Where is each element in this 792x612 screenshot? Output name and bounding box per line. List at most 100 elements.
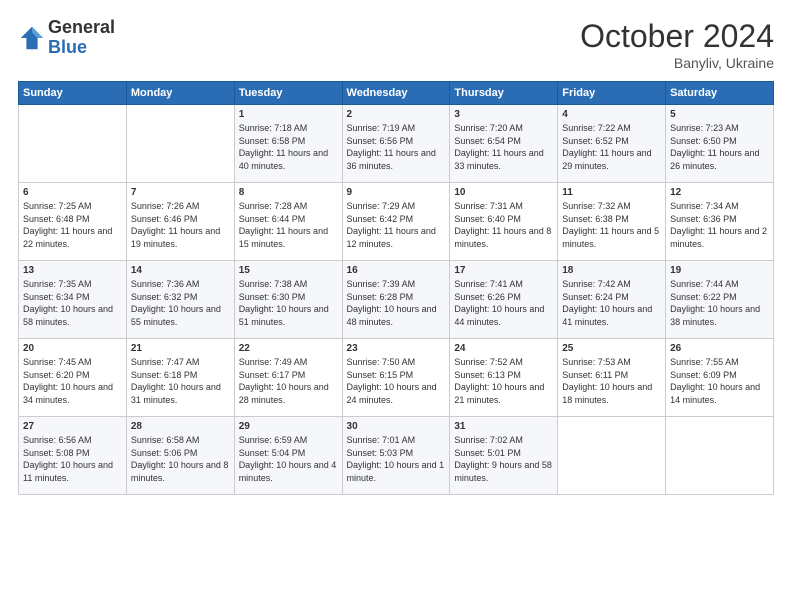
day-cell: 16 Sunrise: 7:39 AMSunset: 6:28 PMDayligh… bbox=[342, 261, 450, 339]
day-cell: 25 Sunrise: 7:53 AMSunset: 6:11 PMDayligh… bbox=[558, 339, 666, 417]
day-number: 29 bbox=[239, 421, 338, 432]
day-number: 5 bbox=[670, 109, 769, 120]
day-details: Sunrise: 7:44 AMSunset: 6:22 PMDaylight:… bbox=[670, 279, 760, 327]
day-details: Sunrise: 7:35 AMSunset: 6:34 PMDaylight:… bbox=[23, 279, 113, 327]
day-details: Sunrise: 7:26 AMSunset: 6:46 PMDaylight:… bbox=[131, 201, 220, 249]
weekday-header-monday: Monday bbox=[126, 82, 234, 105]
day-details: Sunrise: 7:41 AMSunset: 6:26 PMDaylight:… bbox=[454, 279, 544, 327]
day-number: 14 bbox=[131, 265, 230, 276]
week-row-1: 1Sunrise: 7:18 AMSunset: 6:58 PMDaylight… bbox=[19, 105, 774, 183]
day-number: 18 bbox=[562, 265, 661, 276]
day-cell: 2 Sunrise: 7:19 AMSunset: 6:56 PMDaylight… bbox=[342, 105, 450, 183]
week-row-4: 20 Sunrise: 7:45 AMSunset: 6:20 PMDayligh… bbox=[19, 339, 774, 417]
day-number: 19 bbox=[670, 265, 769, 276]
day-details: Sunrise: 7:38 AMSunset: 6:30 PMDaylight:… bbox=[239, 279, 329, 327]
month-title: October 2024 bbox=[580, 18, 774, 55]
day-number: 9 bbox=[347, 187, 446, 198]
day-number: 1 bbox=[239, 109, 338, 120]
page-header: General Blue October 2024 Banyliv, Ukrai… bbox=[18, 18, 774, 71]
weekday-header-wednesday: Wednesday bbox=[342, 82, 450, 105]
day-details: Sunrise: 7:31 AMSunset: 6:40 PMDaylight:… bbox=[454, 201, 551, 249]
day-cell: 3 Sunrise: 7:20 AMSunset: 6:54 PMDaylight… bbox=[450, 105, 558, 183]
day-cell: 17 Sunrise: 7:41 AMSunset: 6:26 PMDayligh… bbox=[450, 261, 558, 339]
day-number: 16 bbox=[347, 265, 446, 276]
day-cell: 19 Sunrise: 7:44 AMSunset: 6:22 PMDayligh… bbox=[666, 261, 774, 339]
day-number: 12 bbox=[670, 187, 769, 198]
day-details: Sunrise: 7:02 AMSunset: 5:01 PMDaylight:… bbox=[454, 435, 552, 483]
day-cell: 10 Sunrise: 7:31 AMSunset: 6:40 PMDayligh… bbox=[450, 183, 558, 261]
day-cell bbox=[558, 417, 666, 495]
day-cell: 31 Sunrise: 7:02 AMSunset: 5:01 PMDayligh… bbox=[450, 417, 558, 495]
day-details: Sunrise: 6:59 AMSunset: 5:04 PMDaylight:… bbox=[239, 435, 337, 483]
day-cell: 13 Sunrise: 7:35 AMSunset: 6:34 PMDayligh… bbox=[19, 261, 127, 339]
day-cell: 12 Sunrise: 7:34 AMSunset: 6:36 PMDayligh… bbox=[666, 183, 774, 261]
day-number: 17 bbox=[454, 265, 553, 276]
logo-blue-text: Blue bbox=[48, 37, 87, 57]
day-cell: 9Sunrise: 7:29 AMSunset: 6:42 PMDaylight… bbox=[342, 183, 450, 261]
day-details: Sunrise: 7:52 AMSunset: 6:13 PMDaylight:… bbox=[454, 357, 544, 405]
day-cell bbox=[666, 417, 774, 495]
day-details: Sunrise: 7:01 AMSunset: 5:03 PMDaylight:… bbox=[347, 435, 445, 483]
day-cell bbox=[19, 105, 127, 183]
day-cell: 8 Sunrise: 7:28 AMSunset: 6:44 PMDaylight… bbox=[234, 183, 342, 261]
weekday-header-saturday: Saturday bbox=[666, 82, 774, 105]
day-details: Sunrise: 7:23 AMSunset: 6:50 PMDaylight:… bbox=[670, 123, 759, 171]
day-number: 15 bbox=[239, 265, 338, 276]
week-row-3: 13 Sunrise: 7:35 AMSunset: 6:34 PMDayligh… bbox=[19, 261, 774, 339]
day-number: 21 bbox=[131, 343, 230, 354]
day-number: 10 bbox=[454, 187, 553, 198]
weekday-header-sunday: Sunday bbox=[19, 82, 127, 105]
location: Banyliv, Ukraine bbox=[580, 55, 774, 71]
day-details: Sunrise: 7:34 AMSunset: 6:36 PMDaylight:… bbox=[670, 201, 767, 249]
day-details: Sunrise: 7:55 AMSunset: 6:09 PMDaylight:… bbox=[670, 357, 760, 405]
day-cell: 11Sunrise: 7:32 AMSunset: 6:38 PMDayligh… bbox=[558, 183, 666, 261]
day-cell: 7Sunrise: 7:26 AMSunset: 6:46 PMDaylight… bbox=[126, 183, 234, 261]
calendar-table: SundayMondayTuesdayWednesdayThursdayFrid… bbox=[18, 81, 774, 495]
day-details: Sunrise: 7:25 AMSunset: 6:48 PMDaylight:… bbox=[23, 201, 112, 249]
title-block: October 2024 Banyliv, Ukraine bbox=[580, 18, 774, 71]
day-cell: 21 Sunrise: 7:47 AMSunset: 6:18 PMDayligh… bbox=[126, 339, 234, 417]
day-number: 2 bbox=[347, 109, 446, 120]
day-cell: 20 Sunrise: 7:45 AMSunset: 6:20 PMDayligh… bbox=[19, 339, 127, 417]
day-number: 26 bbox=[670, 343, 769, 354]
day-number: 27 bbox=[23, 421, 122, 432]
day-cell: 15 Sunrise: 7:38 AMSunset: 6:30 PMDayligh… bbox=[234, 261, 342, 339]
weekday-header-thursday: Thursday bbox=[450, 82, 558, 105]
day-cell: 4 Sunrise: 7:22 AMSunset: 6:52 PMDaylight… bbox=[558, 105, 666, 183]
day-details: Sunrise: 7:28 AMSunset: 6:44 PMDaylight:… bbox=[239, 201, 328, 249]
day-details: Sunrise: 7:47 AMSunset: 6:18 PMDaylight:… bbox=[131, 357, 221, 405]
day-cell: 29 Sunrise: 6:59 AMSunset: 5:04 PMDayligh… bbox=[234, 417, 342, 495]
day-number: 8 bbox=[239, 187, 338, 198]
day-number: 3 bbox=[454, 109, 553, 120]
day-details: Sunrise: 7:39 AMSunset: 6:28 PMDaylight:… bbox=[347, 279, 437, 327]
day-number: 31 bbox=[454, 421, 553, 432]
day-cell: 26 Sunrise: 7:55 AMSunset: 6:09 PMDayligh… bbox=[666, 339, 774, 417]
day-number: 23 bbox=[347, 343, 446, 354]
day-details: Sunrise: 7:36 AMSunset: 6:32 PMDaylight:… bbox=[131, 279, 221, 327]
day-details: Sunrise: 7:19 AMSunset: 6:56 PMDaylight:… bbox=[347, 123, 436, 171]
logo-general-text: General bbox=[48, 17, 115, 37]
day-details: Sunrise: 7:20 AMSunset: 6:54 PMDaylight:… bbox=[454, 123, 543, 171]
day-cell: 30 Sunrise: 7:01 AMSunset: 5:03 PMDayligh… bbox=[342, 417, 450, 495]
day-cell: 28Sunrise: 6:58 AMSunset: 5:06 PMDayligh… bbox=[126, 417, 234, 495]
day-details: Sunrise: 7:53 AMSunset: 6:11 PMDaylight:… bbox=[562, 357, 652, 405]
day-number: 20 bbox=[23, 343, 122, 354]
day-number: 4 bbox=[562, 109, 661, 120]
day-details: Sunrise: 6:58 AMSunset: 5:06 PMDaylight:… bbox=[131, 435, 229, 483]
day-details: Sunrise: 7:45 AMSunset: 6:20 PMDaylight:… bbox=[23, 357, 113, 405]
day-cell bbox=[126, 105, 234, 183]
day-details: Sunrise: 7:22 AMSunset: 6:52 PMDaylight:… bbox=[562, 123, 651, 171]
day-details: Sunrise: 7:49 AMSunset: 6:17 PMDaylight:… bbox=[239, 357, 329, 405]
day-number: 13 bbox=[23, 265, 122, 276]
day-number: 22 bbox=[239, 343, 338, 354]
day-number: 30 bbox=[347, 421, 446, 432]
day-cell: 6 Sunrise: 7:25 AMSunset: 6:48 PMDaylight… bbox=[19, 183, 127, 261]
day-number: 6 bbox=[23, 187, 122, 198]
logo-icon bbox=[18, 24, 46, 52]
day-cell: 27Sunrise: 6:56 AMSunset: 5:08 PMDayligh… bbox=[19, 417, 127, 495]
day-details: Sunrise: 7:42 AMSunset: 6:24 PMDaylight:… bbox=[562, 279, 652, 327]
day-cell: 24 Sunrise: 7:52 AMSunset: 6:13 PMDayligh… bbox=[450, 339, 558, 417]
day-number: 24 bbox=[454, 343, 553, 354]
day-cell: 5 Sunrise: 7:23 AMSunset: 6:50 PMDaylight… bbox=[666, 105, 774, 183]
day-number: 25 bbox=[562, 343, 661, 354]
